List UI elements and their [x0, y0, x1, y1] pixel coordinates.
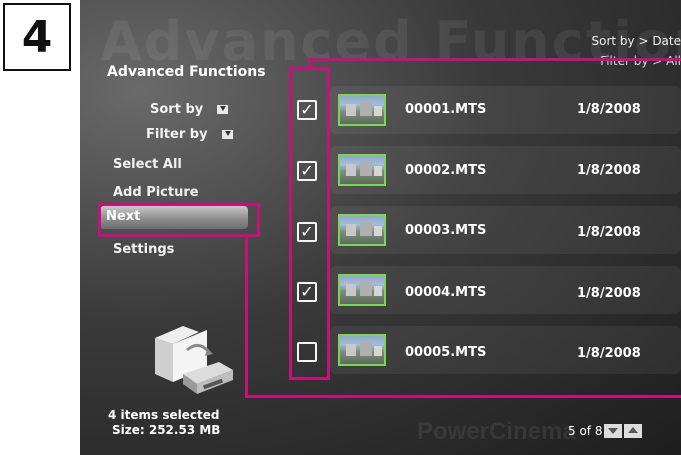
file-name: 00004.MTS: [405, 285, 487, 300]
selection-status: 4 items selected Size: 252.53 MB: [108, 408, 220, 438]
add-picture-menu-item[interactable]: Add Picture: [113, 185, 199, 200]
folder-drive-icon: [155, 326, 233, 394]
sort-by-menu[interactable]: Sort by: [150, 102, 229, 117]
video-thumbnail: [338, 154, 386, 186]
select-all-menu-item[interactable]: Select All: [113, 157, 182, 172]
filter-by-menu[interactable]: Filter by: [146, 127, 233, 142]
file-date: 1/8/2008: [577, 163, 641, 178]
step-number-badge: 4: [3, 3, 71, 71]
page-indicator: 5 of 8: [568, 424, 603, 438]
pager: 5 of 8: [568, 424, 643, 438]
file-name: 00001.MTS: [405, 102, 487, 117]
file-name: 00003.MTS: [405, 223, 487, 238]
filter-by-label: Filter by: [146, 127, 208, 142]
file-date: 1/8/2008: [577, 102, 641, 117]
file-date: 1/8/2008: [577, 346, 641, 361]
advanced-functions-screen: Advanced Functions Advanced Functions So…: [80, 0, 681, 455]
video-thumbnail: [338, 274, 386, 306]
video-thumbnail: [338, 214, 386, 246]
panel-title: Advanced Functions: [107, 64, 266, 80]
page-up-icon[interactable]: [624, 424, 643, 438]
brand-watermark: PowerCinema: [417, 418, 576, 445]
checkbox-highlight-frame: [289, 67, 330, 380]
video-thumbnail: [338, 334, 386, 366]
file-date: 1/8/2008: [577, 225, 641, 240]
next-highlight-frame: [98, 203, 260, 237]
file-name: 00002.MTS: [405, 163, 487, 178]
next-connector-line: [245, 236, 248, 398]
settings-menu-item[interactable]: Settings: [113, 242, 174, 257]
page-down-icon[interactable]: [604, 424, 623, 438]
file-date: 1/8/2008: [577, 286, 641, 301]
sort-by-label: Sort by: [150, 102, 204, 117]
chevron-down-icon[interactable]: [217, 105, 229, 114]
filter-status: Filter by > All: [600, 54, 681, 68]
sort-status: Sort by > Date: [591, 34, 681, 48]
file-name: 00005.MTS: [405, 345, 487, 360]
items-selected-text: 4 items selected: [108, 408, 220, 422]
chevron-down-icon[interactable]: [221, 130, 233, 139]
list-highlight-bottom: [245, 395, 681, 398]
video-thumbnail: [338, 94, 386, 126]
size-text: Size: 252.53 MB: [112, 423, 221, 437]
list-highlight-top: [308, 58, 681, 61]
